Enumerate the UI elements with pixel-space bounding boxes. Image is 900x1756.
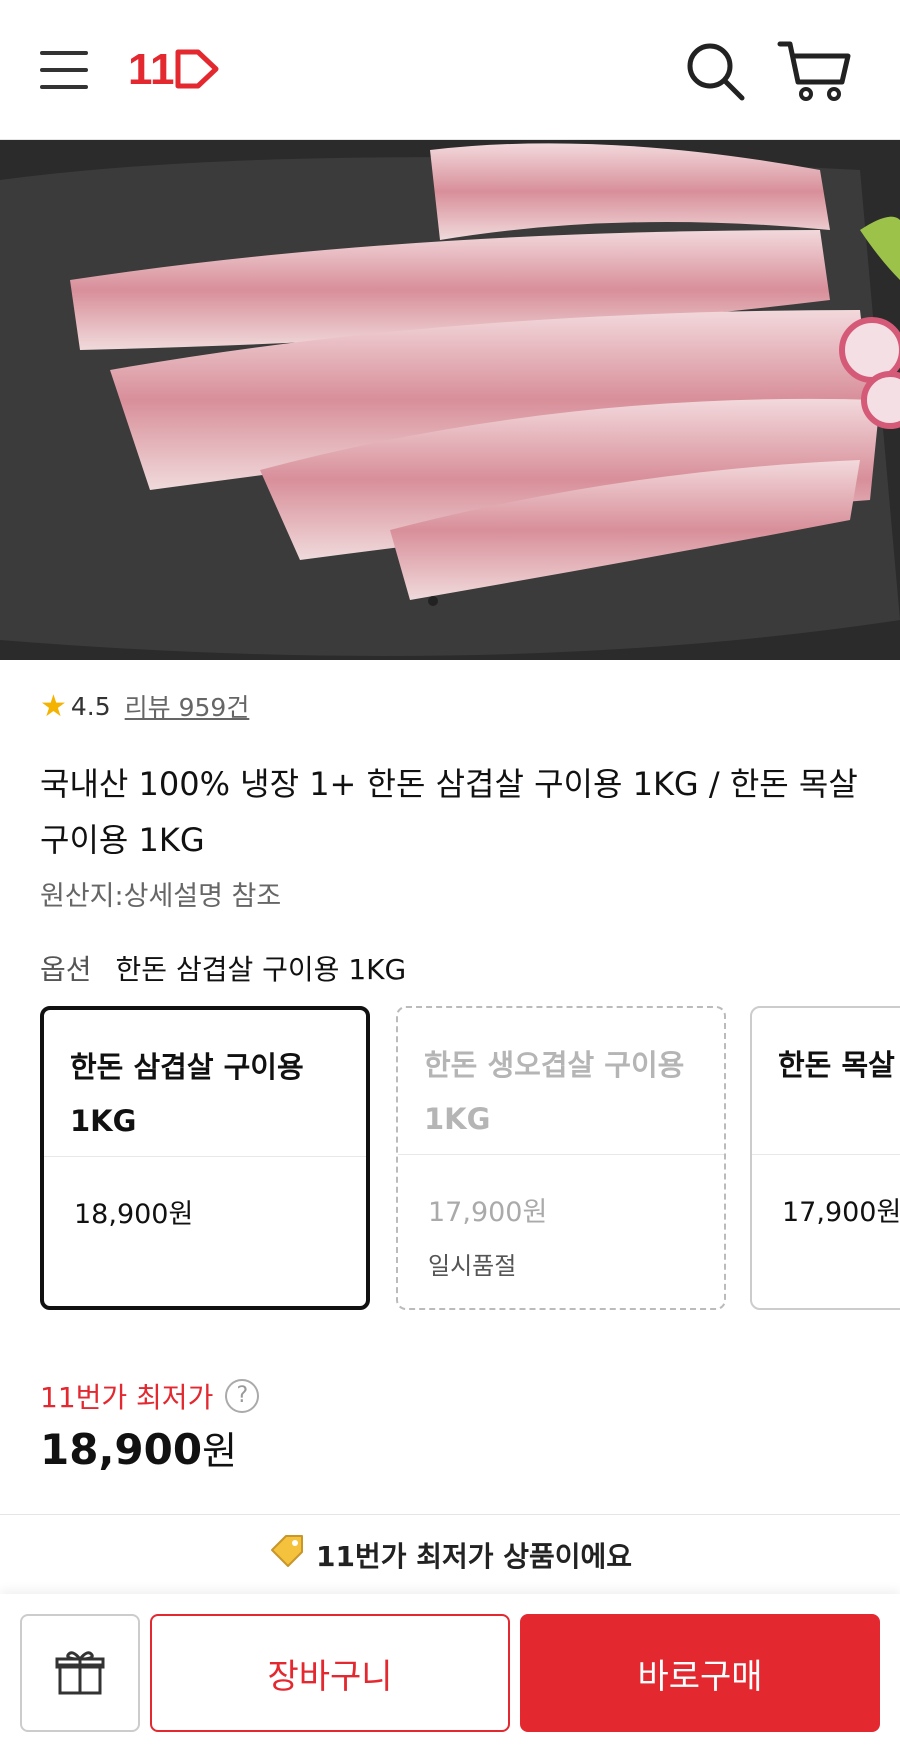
option-name: 한돈 삼겹살 구이용 1KG bbox=[70, 1050, 304, 1138]
logo-11st[interactable]: 11 bbox=[128, 44, 224, 94]
help-icon[interactable]: ? bbox=[225, 1379, 260, 1413]
option-price: 18,900원 bbox=[74, 1199, 194, 1230]
product-price: 18,900원 bbox=[40, 1420, 237, 1475]
option-card-selected[interactable]: 한돈 삼겹살 구이용 1KG 18,900원 bbox=[40, 1006, 370, 1310]
divider bbox=[398, 1154, 724, 1155]
rating-row: ★ 4.5 리뷰 959건 bbox=[40, 688, 249, 724]
gift-icon bbox=[55, 1651, 105, 1695]
option-price: 17,900원 bbox=[782, 1197, 900, 1228]
option-card-soldout[interactable]: 한돈 생오겹살 구이용 1KG 17,900원 일시품절 bbox=[396, 1006, 726, 1310]
top-header: 11 bbox=[0, 0, 900, 140]
option-card[interactable]: 한돈 목살 구이용 1KG 17,900원 bbox=[750, 1006, 900, 1310]
search-icon[interactable] bbox=[680, 36, 750, 106]
cart-icon[interactable] bbox=[776, 36, 856, 106]
divider bbox=[44, 1156, 366, 1157]
price-unit: 원 bbox=[202, 1429, 238, 1473]
banner-text: 11번가 최저가 상품이에요 bbox=[315, 1539, 633, 1573]
product-origin: 원산지:상세설명 참조 bbox=[40, 881, 282, 912]
option-status: 일시품절 bbox=[428, 1252, 517, 1280]
rating-score: 4.5 bbox=[70, 691, 111, 721]
gift-button[interactable] bbox=[20, 1614, 140, 1732]
price-tag-icon bbox=[268, 1532, 306, 1577]
price-number: 18,900 bbox=[40, 1425, 203, 1474]
option-selected-value: 한돈 삼겹살 구이용 1KG bbox=[115, 953, 407, 986]
bottom-action-bar: 장바구니 바로구매 bbox=[0, 1594, 900, 1756]
option-name: 한돈 생오겹살 구이용 1KG bbox=[424, 1048, 685, 1136]
product-title: 국내산 100% 냉장 1+ 한돈 삼겹살 구이용 1KG / 한돈 목살 구이… bbox=[40, 765, 858, 859]
option-label: 옵션 bbox=[40, 953, 92, 986]
option-price: 17,900원 bbox=[428, 1197, 548, 1228]
product-image[interactable] bbox=[0, 140, 900, 660]
lowest-price-label: 11번가 최저가 ? bbox=[40, 1376, 260, 1416]
image-pager-dot[interactable] bbox=[428, 596, 438, 606]
svg-text:11: 11 bbox=[128, 45, 175, 94]
lowest-price-text: 11번가 최저가 bbox=[40, 1381, 214, 1414]
add-to-cart-button[interactable]: 장바구니 bbox=[150, 1614, 510, 1732]
review-count-link[interactable]: 리뷰 959건 bbox=[125, 688, 250, 724]
option-cards: 한돈 삼겹살 구이용 1KG 18,900원 한돈 생오겹살 구이용 1KG 1… bbox=[40, 1006, 900, 1310]
hamburger-menu-icon[interactable] bbox=[36, 45, 92, 95]
option-name: 한돈 목살 구이용 1KG bbox=[778, 1048, 900, 1082]
divider bbox=[752, 1154, 900, 1155]
option-row: 옵션 한돈 삼겹살 구이용 1KG bbox=[40, 948, 406, 988]
lowest-price-banner: 11번가 최저가 상품이에요 bbox=[0, 1514, 900, 1594]
star-icon: ★ bbox=[40, 688, 67, 724]
buy-now-button[interactable]: 바로구매 bbox=[520, 1614, 880, 1732]
